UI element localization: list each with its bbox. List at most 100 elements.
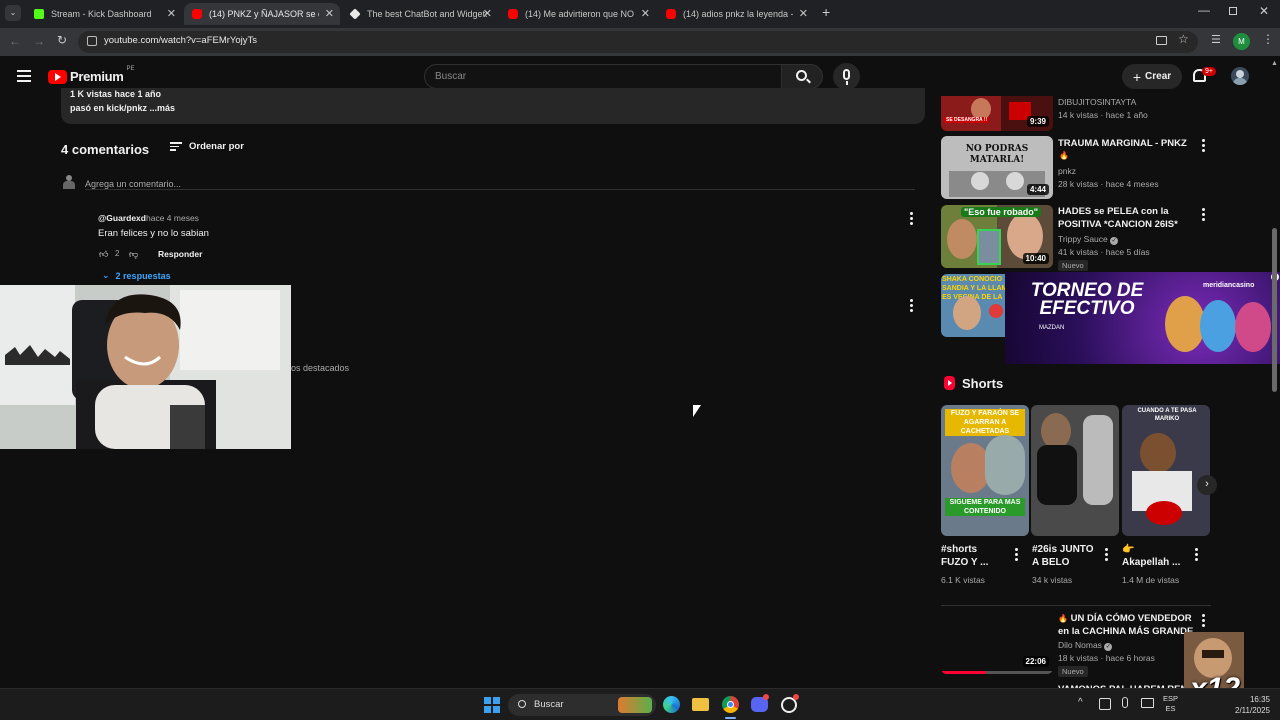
mouse-cursor-icon <box>693 405 701 417</box>
short-actions-menu-icon[interactable] <box>1195 548 1198 563</box>
browser-tab-youtube-3[interactable]: (14) adios pnkz la leyenda - You ✕ <box>658 3 814 25</box>
bookmark-star-icon[interactable]: ☆ <box>1178 32 1189 46</box>
comment-time[interactable]: hace 4 meses <box>146 213 199 223</box>
short-title[interactable]: #26is JUNTO A BELO <box>1032 543 1102 569</box>
search-icon <box>518 700 526 708</box>
comment-author[interactable]: @Guardexd <box>98 213 146 223</box>
video-actions-menu-icon[interactable] <box>1202 208 1205 223</box>
browser-tab-youtube-2[interactable]: (14) Me advirtieron que NO CO ✕ <box>500 3 656 25</box>
video-channel[interactable]: Trippy Sauce ✓ <box>1058 234 1119 245</box>
video-title[interactable]: 🔥 UN DÍA CÓMO VENDEDOR en la CACHINA MÁS… <box>1058 612 1198 638</box>
video-meta: 14 k vistas · hace 1 año <box>1058 110 1148 120</box>
comment-actions-menu-icon[interactable] <box>910 299 913 314</box>
video-title[interactable]: HADES se PELEA con la POSITIVA *CANCION … <box>1058 205 1196 231</box>
video-actions-menu-icon[interactable] <box>1202 614 1205 629</box>
thumbs-down-icon: 👎︎ <box>129 249 139 259</box>
file-explorer-icon[interactable] <box>692 698 709 711</box>
close-tab-icon[interactable]: ✕ <box>641 7 650 20</box>
short-thumbnail[interactable] <box>1031 405 1119 536</box>
hamburger-menu-icon[interactable] <box>17 70 31 82</box>
forward-arrow-icon[interactable]: → <box>33 34 45 48</box>
kick-favicon-icon <box>34 9 44 19</box>
profile-avatar[interactable]: M <box>1233 33 1250 50</box>
page-scrollbar[interactable] <box>1272 228 1277 392</box>
restore-button[interactable] <box>1229 7 1237 15</box>
comment-actions-menu-icon[interactable] <box>910 212 913 227</box>
windows-start-icon[interactable] <box>484 697 500 713</box>
video-thumbnail[interactable]: SE DESANGRA !! 9:39 <box>941 96 1053 131</box>
youtube-play-logo-icon <box>48 69 67 84</box>
voice-search-button[interactable] <box>833 63 860 90</box>
short-title[interactable]: #shorts FUZO Y ... <box>941 543 1011 569</box>
shorts-section-title: Shorts <box>962 376 1004 391</box>
system-tray-chevron-icon[interactable]: ^ <box>1078 697 1083 708</box>
short-thumbnail[interactable]: CUANDO A TE PASA MARIKO <box>1122 405 1210 536</box>
scroll-up-icon[interactable]: ▲ <box>1271 60 1278 67</box>
browser-menu-icon[interactable]: ⋮ <box>1262 32 1274 46</box>
video-channel[interactable]: pnkz <box>1058 166 1076 176</box>
video-title[interactable]: TRAUMA MARGINAL - PNKZ <box>1058 137 1188 150</box>
close-window-button[interactable]: ✕ <box>1259 4 1269 18</box>
dislike-button[interactable]: 👎︎ <box>129 249 138 260</box>
short-title[interactable]: 👉 Akapellah ... <box>1122 543 1192 569</box>
short-actions-menu-icon[interactable] <box>1015 548 1018 563</box>
reload-icon[interactable]: ↻ <box>57 33 67 47</box>
youtube-favicon-icon <box>192 9 202 19</box>
video-channel[interactable]: Dilo Nomas ✓ <box>1058 640 1113 651</box>
url-text: youtube.com/watch?v=aFEMrYojyTs <box>104 35 258 46</box>
language-indicator[interactable]: ESP ES <box>1163 694 1178 714</box>
close-tab-icon[interactable]: ✕ <box>483 7 492 20</box>
short-views: 6.1 K vistas <box>941 575 985 585</box>
like-button[interactable]: 👍︎ <box>99 249 108 260</box>
short-thumbnail[interactable]: FUZO Y FARAÓN SE AGARRAN A CACHETADAS SI… <box>941 405 1029 536</box>
taskbar-search-box[interactable]: Buscar <box>508 694 656 716</box>
active-app-indicator <box>725 717 736 719</box>
chrome-browser-icon[interactable] <box>722 696 739 713</box>
create-button[interactable]: + Crear <box>1122 64 1182 89</box>
video-duration: 10:40 <box>1022 253 1049 264</box>
network-tray-icon[interactable] <box>1141 698 1154 708</box>
new-tab-button[interactable]: + <box>822 4 830 20</box>
verified-check-icon: ✓ <box>1110 237 1119 245</box>
section-divider <box>941 605 1211 606</box>
reply-button[interactable]: Responder <box>158 249 202 259</box>
search-button[interactable] <box>781 64 823 89</box>
search-input[interactable]: Buscar <box>424 64 782 89</box>
minimize-button[interactable]: — <box>1198 3 1210 17</box>
video-thumbnail[interactable]: 22:06 <box>941 611 1053 674</box>
browser-tab-youtube-active[interactable]: (14) PNKZ y ÑAJASOR se caen ✕ <box>184 3 340 25</box>
video-channel[interactable]: DIBUJITOSINTAYTA <box>1058 97 1136 107</box>
install-app-icon[interactable] <box>1156 36 1167 45</box>
microphone-tray-icon[interactable] <box>1122 697 1128 708</box>
casino-ad-overlay[interactable]: TORNEO DE EFECTIVO meridiancasino MAZDAN… <box>1005 272 1280 364</box>
edge-browser-icon[interactable] <box>663 696 680 713</box>
close-tab-icon[interactable]: ✕ <box>799 7 808 20</box>
browser-tab-chatbot[interactable]: The best ChatBot and Widgets ✕ <box>342 3 498 25</box>
video-actions-menu-icon[interactable] <box>1202 139 1205 154</box>
video-thumbnail[interactable]: NO PODRAS MATARLA! 4:44 <box>941 136 1053 199</box>
youtube-logo[interactable]: Premium PE <box>48 66 135 84</box>
video-thumbnail[interactable]: SHAKA CONOCIO SANDIA Y LA LLAM ES VECINA… <box>941 274 1011 337</box>
short-actions-menu-icon[interactable] <box>1105 548 1108 563</box>
tab-search-dropdown[interactable]: ⌄ <box>5 5 21 21</box>
tray-app-icon[interactable] <box>1099 698 1111 710</box>
account-avatar[interactable] <box>1231 67 1249 85</box>
view-replies-button[interactable]: ⌄ 2 respuestas <box>102 270 171 281</box>
search-highlight-icon <box>618 697 652 713</box>
chevron-down-icon: ⌄ <box>102 270 110 280</box>
site-info-icon[interactable] <box>87 36 97 46</box>
back-arrow-icon[interactable]: ← <box>9 34 21 48</box>
partial-text: os destacados <box>291 363 350 373</box>
video-duration: 9:39 <box>1026 116 1049 127</box>
tab-search-icon[interactable]: ☰ <box>1211 33 1221 46</box>
close-tab-icon[interactable]: ✕ <box>325 7 334 20</box>
video-description-box[interactable]: 1 K vistas hace 1 año pasó en kick/pnkz … <box>61 88 925 124</box>
video-thumbnail[interactable]: "Eso fue robado" 10:40 <box>941 205 1053 268</box>
clock[interactable]: 16:35 2/11/2025 <box>1226 694 1270 716</box>
close-tab-icon[interactable]: ✕ <box>167 7 176 20</box>
add-comment-input[interactable]: Agrega un comentario... <box>85 174 915 190</box>
sort-comments-button[interactable]: Ordenar por <box>170 141 244 152</box>
comments-count: 4 comentarios <box>61 142 150 157</box>
shorts-next-button[interactable]: › <box>1197 475 1217 495</box>
browser-tab-kick[interactable]: Stream - Kick Dashboard ✕ <box>26 3 182 25</box>
